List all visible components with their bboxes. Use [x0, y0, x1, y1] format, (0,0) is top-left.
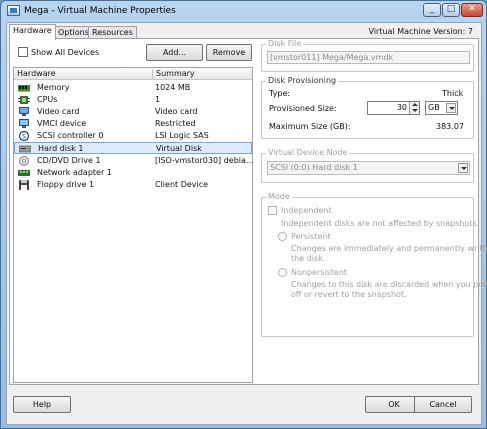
- show-all-devices-checkbox[interactable]: [18, 47, 28, 57]
- virtual-device-node-select[interactable]: SCSI (0:0) Hard disk 1: [267, 161, 470, 175]
- persistent-radio[interactable]: [278, 232, 287, 241]
- hardware-row-cpus[interactable]: CPUs 1: [14, 94, 252, 106]
- provisioned-size-spinner[interactable]: 30: [367, 101, 420, 115]
- hardware-name: Network adapter 1: [37, 168, 112, 177]
- cancel-button[interactable]: Cancel: [414, 396, 472, 413]
- hardware-name: Memory: [37, 83, 70, 92]
- dialog-client-area: Hardware Options Resources Virtual Machi…: [6, 22, 487, 425]
- virtual-device-node-group-label: Virtual Device Node: [266, 148, 350, 157]
- help-button[interactable]: Help: [13, 396, 71, 413]
- maximum-size-label: Maximum Size (GB):: [269, 122, 351, 131]
- hardware-tab-panel: Show All Devices Add... Remove Hardware …: [9, 38, 487, 385]
- persistent-label: Persistent: [291, 232, 331, 241]
- scsi-controller-icon: S: [18, 131, 30, 141]
- persistent-description-line2: the disk.: [291, 254, 326, 263]
- hardware-row-scsi-controller[interactable]: S SCSI controller 0 LSI Logic SAS: [14, 130, 252, 142]
- hardware-list[interactable]: Hardware Summary Memory 1024 MB CPUs 1 V…: [13, 67, 254, 383]
- maximize-button[interactable]: □: [442, 3, 460, 17]
- close-icon: ✕: [468, 4, 476, 14]
- hardware-list-header: Hardware Summary: [14, 68, 252, 80]
- nonpersistent-label: Nonpersistent: [291, 268, 348, 277]
- hardware-row-cd-dvd-drive[interactable]: CD/DVD Drive 1 [ISO-vmstor030] debia...: [14, 155, 254, 167]
- hardware-summary: Restricted: [155, 119, 196, 128]
- provisioned-unit-select[interactable]: GB: [425, 101, 458, 115]
- chevron-down-icon: [446, 103, 456, 113]
- hardware-summary: Video card: [155, 107, 198, 116]
- hardware-name: VMCI device: [37, 119, 87, 128]
- vmci-device-icon: [19, 119, 29, 128]
- hardware-row-network-adapter[interactable]: Network adapter 1: [14, 167, 252, 179]
- type-value: Thick: [442, 89, 464, 98]
- window-title: Mega - Virtual Machine Properties: [24, 6, 176, 16]
- memory-icon: [18, 85, 30, 92]
- hardware-row-vmci-device[interactable]: VMCI device Restricted: [14, 118, 252, 130]
- hardware-name: Hard disk 1: [38, 144, 84, 153]
- video-card-icon: [19, 107, 29, 116]
- minimize-icon: _: [429, 4, 435, 14]
- network-adapter-icon: [18, 170, 30, 176]
- show-all-devices-label: Show All Devices: [31, 48, 100, 57]
- hardware-row-memory[interactable]: Memory 1024 MB: [14, 82, 252, 94]
- title-bar[interactable]: Mega - Virtual Machine Properties _ □ ✕: [1, 1, 486, 21]
- hardware-summary: Virtual Disk: [156, 144, 202, 153]
- tab-hardware[interactable]: Hardware: [9, 24, 56, 40]
- hardware-name: Floppy drive 1: [37, 180, 95, 189]
- cpu-icon: [18, 96, 30, 104]
- disk-file-field[interactable]: [vmstor011] Mega/Mega.vmdk: [267, 51, 470, 64]
- hardware-summary: Client Device: [155, 180, 209, 189]
- hardware-summary: 1024 MB: [155, 83, 191, 92]
- cd-dvd-drive-icon: [19, 156, 29, 166]
- independent-description: Independent disks are not affected by sn…: [281, 219, 480, 228]
- floppy-drive-icon: [19, 180, 29, 190]
- column-header-hardware[interactable]: Hardware: [17, 69, 56, 78]
- nonpersistent-description-line2: off or revert to the snapshot.: [291, 290, 407, 299]
- provisioned-size-label: Provisioned Size:: [269, 104, 337, 113]
- hardware-row-video-card[interactable]: Video card Video card: [14, 106, 252, 118]
- independent-checkbox[interactable]: [268, 206, 277, 215]
- hardware-row-floppy-drive[interactable]: Floppy drive 1 Client Device: [14, 179, 252, 191]
- maximum-size-value: 383.07: [436, 122, 464, 131]
- mode-group-label: Mode: [266, 192, 292, 201]
- hard-disk-icon: [19, 145, 31, 153]
- hardware-name: CD/DVD Drive 1: [37, 156, 101, 165]
- hardware-name: CPUs: [37, 95, 58, 104]
- vm-version-label: Virtual Machine Version: 7: [368, 27, 473, 36]
- hardware-summary: 1: [155, 95, 161, 104]
- disk-provisioning-group-label: Disk Provisioning: [266, 76, 339, 85]
- minimize-button[interactable]: _: [423, 3, 441, 17]
- spinner-arrows-icon[interactable]: [409, 102, 419, 114]
- mode-group: [261, 197, 474, 337]
- nonpersistent-description-line1: Changes to this disk are discarded when …: [291, 280, 487, 289]
- provisioned-size-value: 30: [396, 103, 407, 112]
- nonpersistent-radio[interactable]: [278, 268, 287, 277]
- close-button[interactable]: ✕: [461, 3, 483, 17]
- type-label: Type:: [269, 89, 291, 98]
- virtual-device-node-value: SCSI (0:0) Hard disk 1: [270, 163, 358, 172]
- hardware-name: SCSI controller 0: [37, 131, 104, 140]
- provisioned-unit-value: GB: [428, 103, 440, 112]
- persistent-description-line1: Changes are immediately and permanently …: [291, 244, 487, 253]
- add-button[interactable]: Add...: [146, 44, 203, 61]
- maximize-icon: □: [446, 4, 456, 14]
- independent-label: Independent: [281, 206, 332, 215]
- app-icon: [7, 5, 20, 16]
- hardware-name: Video card: [37, 107, 80, 116]
- properties-window: Mega - Virtual Machine Properties _ □ ✕ …: [0, 0, 487, 429]
- svg-text:S: S: [22, 134, 26, 141]
- hardware-summary: LSI Logic SAS: [155, 131, 209, 140]
- chevron-down-icon: [458, 163, 468, 173]
- remove-button[interactable]: Remove: [206, 44, 252, 61]
- hardware-summary: [ISO-vmstor030] debia...: [155, 156, 254, 165]
- column-header-summary[interactable]: Summary: [152, 69, 195, 79]
- disk-file-group-label: Disk File: [266, 39, 304, 48]
- hardware-row-hard-disk[interactable]: Hard disk 1 Virtual Disk: [14, 142, 252, 154]
